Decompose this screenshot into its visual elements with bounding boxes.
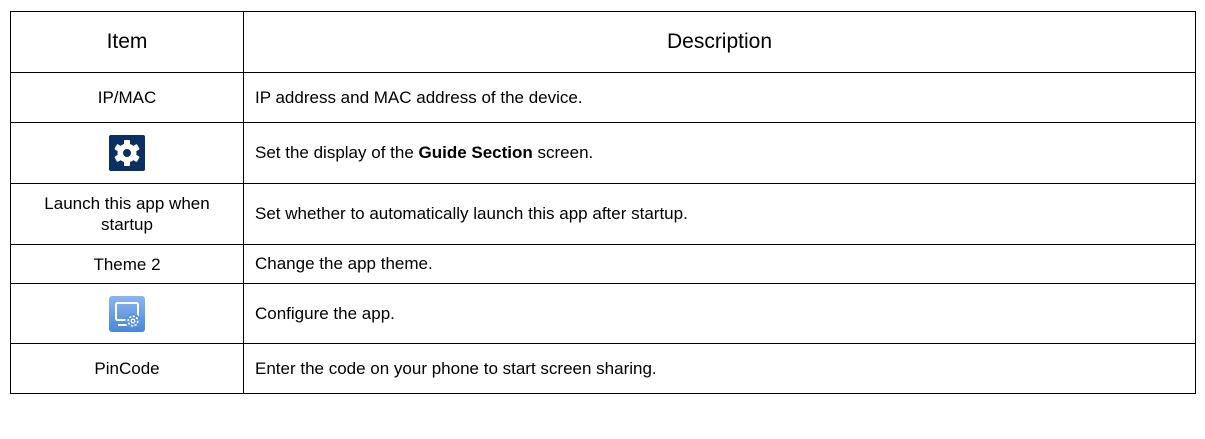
table-row: PinCode Enter the code on your phone to … — [10, 343, 1196, 394]
table-row: Launch this app when startup Set whether… — [10, 183, 1196, 245]
description-text-before: Set the display of the — [255, 143, 419, 162]
table-row: IP/MAC IP address and MAC address of the… — [10, 72, 1196, 123]
item-cell: IP/MAC — [10, 72, 244, 123]
header-description: Description — [243, 11, 1196, 73]
description-cell: Set whether to automatically launch this… — [243, 183, 1196, 245]
header-item: Item — [10, 11, 244, 73]
item-cell: PinCode — [10, 343, 244, 394]
description-cell: Enter the code on your phone to start sc… — [243, 343, 1196, 394]
description-cell: Change the app theme. — [243, 244, 1196, 284]
table-header-row: Item Description — [10, 11, 1196, 73]
screen-settings-icon — [109, 295, 145, 332]
item-cell: Launch this app when startup — [10, 183, 244, 245]
item-cell — [10, 283, 244, 344]
table-row: Set the display of the Guide Section scr… — [10, 122, 1196, 184]
description-cell: Set the display of the Guide Section scr… — [243, 122, 1196, 184]
description-cell: IP address and MAC address of the device… — [243, 72, 1196, 123]
item-text: Launch this app when startup — [44, 194, 210, 234]
guide-section-label: Guide Section — [418, 143, 533, 162]
item-cell — [10, 122, 244, 184]
gear-icon — [109, 135, 145, 171]
item-description-table: Item Description IP/MAC IP address and M… — [10, 11, 1196, 394]
table-row: Configure the app. — [10, 283, 1196, 344]
description-cell: Configure the app. — [243, 283, 1196, 344]
item-cell: Theme 2 — [10, 244, 244, 284]
table-row: Theme 2 Change the app theme. — [10, 244, 1196, 284]
description-text-after: screen. — [532, 143, 594, 162]
